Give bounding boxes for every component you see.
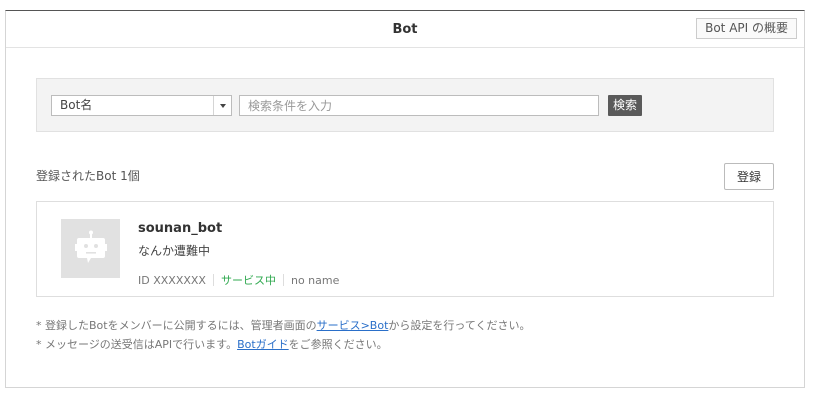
chevron-down-icon[interactable] xyxy=(213,96,231,115)
bot-id: ID XXXXXXX xyxy=(138,273,206,287)
note-text: * 登録したBotをメンバーに公開するには、管理者画面の xyxy=(36,319,317,332)
notes: * 登録したBotをメンバーに公開するには、管理者画面のサービス>Botから設定… xyxy=(36,316,531,354)
bot-name: sounan_bot xyxy=(138,221,223,236)
avatar xyxy=(61,219,120,278)
bot-api-overview-button[interactable]: Bot API の概要 xyxy=(696,18,797,39)
bot-description: なんか遭難中 xyxy=(138,244,211,258)
note-line-2: * メッセージの送受信はAPIで行います。Botガイドをご参照ください。 xyxy=(36,335,531,354)
panel-header: Bot Bot API の概要 xyxy=(6,11,804,48)
register-button[interactable]: 登録 xyxy=(724,163,774,190)
search-field-select-value: Bot名 xyxy=(60,98,93,112)
bot-owner: no name xyxy=(290,273,340,287)
status-badge: サービス中 xyxy=(220,274,276,287)
divider xyxy=(282,274,284,286)
search-input[interactable] xyxy=(239,95,599,116)
bot-list-item[interactable]: sounan_bot なんか遭難中 ID XXXXXXX サービス中 no na… xyxy=(36,201,774,297)
search-button[interactable]: 検索 xyxy=(608,95,643,116)
registered-bot-count: 登録されたBot 1個 xyxy=(36,169,140,183)
search-field-select[interactable]: Bot名 xyxy=(51,95,232,116)
bot-guide-link[interactable]: Botガイド xyxy=(237,338,289,351)
page-title: Bot xyxy=(392,21,418,37)
note-text: から設定を行ってください。 xyxy=(388,319,531,332)
note-text: をご参照ください。 xyxy=(288,338,388,351)
divider xyxy=(212,274,214,286)
bot-meta: ID XXXXXXX サービス中 no name xyxy=(138,272,339,288)
note-text: * メッセージの送受信はAPIで行います。 xyxy=(36,338,238,351)
bot-panel: Bot Bot API の概要 Bot名 検索 登録されたBot 1個 登録 xyxy=(5,10,805,388)
service-bot-link[interactable]: サービス>Bot xyxy=(317,319,389,332)
search-area: Bot名 検索 xyxy=(36,78,774,132)
robot-icon xyxy=(75,230,107,263)
note-line-1: * 登録したBotをメンバーに公開するには、管理者画面のサービス>Botから設定… xyxy=(36,316,531,335)
